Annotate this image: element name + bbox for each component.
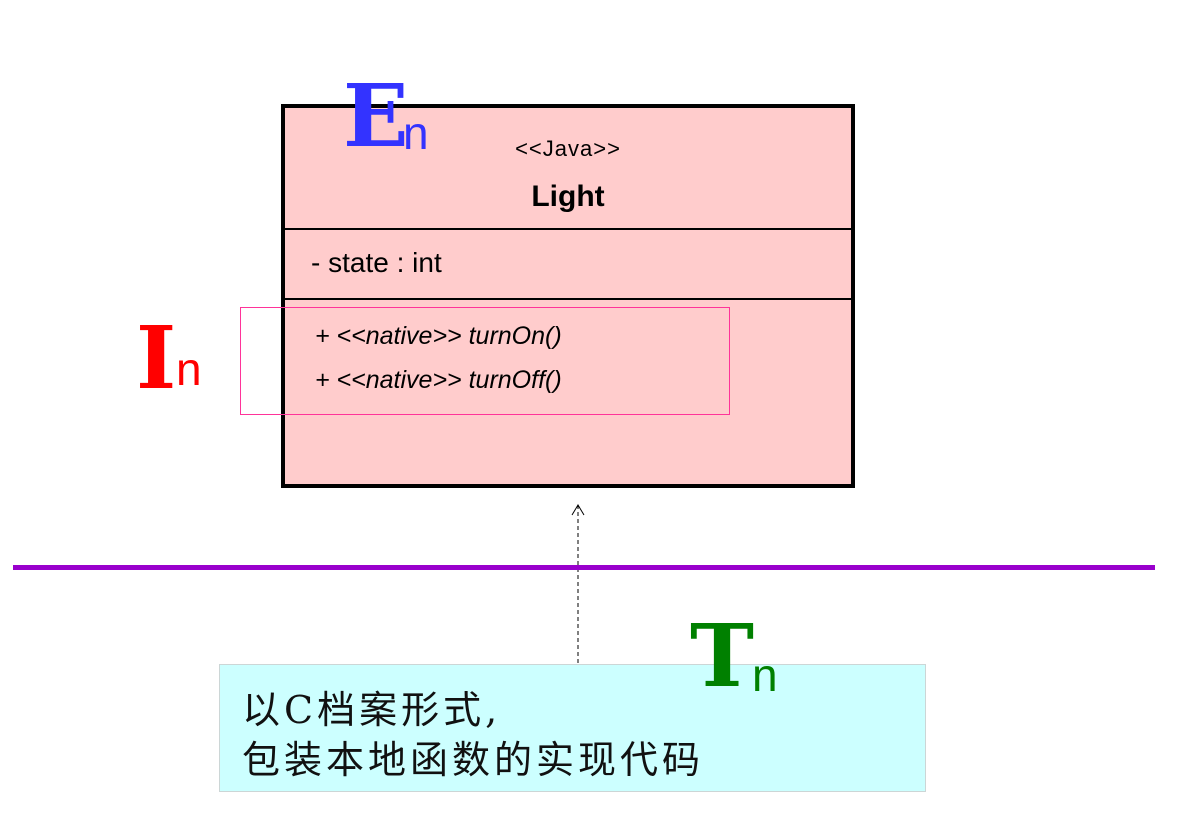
- label-i-letter: I: [136, 308, 177, 409]
- label-t-sub: n: [752, 649, 778, 701]
- label-i-sub: n: [176, 343, 202, 395]
- note-line: 以C档案形式,: [242, 688, 502, 732]
- native-methods-highlight: [240, 307, 730, 415]
- label-t-letter: T: [690, 606, 754, 707]
- note-box: 以C档案形式, 包装本地函数的实现代码: [219, 664, 926, 792]
- label-e-sub: n: [403, 107, 429, 159]
- attribute-item: - state : int: [311, 247, 442, 278]
- dependency-arrow: [571, 504, 585, 665]
- attributes-compartment: - state : int: [285, 230, 851, 300]
- label-e-letter: E: [343, 66, 409, 167]
- class-name: Light: [531, 180, 605, 213]
- note-line: 包装本地函数的实现代码: [242, 738, 705, 782]
- separator-line: [13, 565, 1155, 570]
